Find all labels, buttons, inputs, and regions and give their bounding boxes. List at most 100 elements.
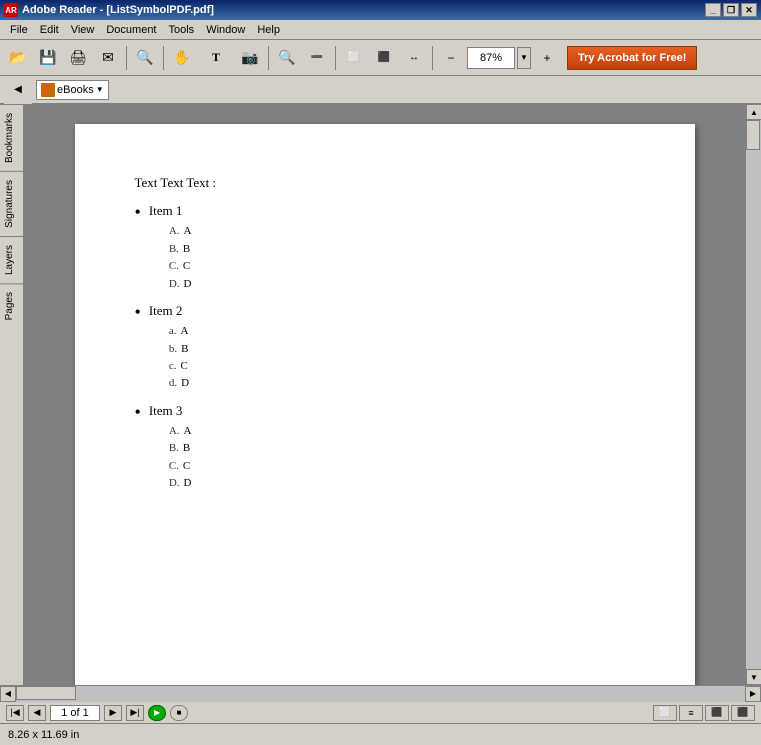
sep1 — [126, 46, 127, 70]
first-page-button[interactable]: |◀ — [6, 705, 24, 721]
vertical-scrollbar[interactable]: ▲ ▼ — [745, 104, 761, 685]
menu-tools[interactable]: Tools — [163, 22, 201, 38]
list-item: A.A — [169, 424, 192, 439]
restore-button[interactable]: ❐ — [723, 3, 739, 17]
window-title: Adobe Reader - [ListSymbolPDF.pdf] — [22, 4, 214, 16]
bullet-icon: • — [135, 302, 141, 324]
h-scroll-track[interactable] — [16, 686, 745, 702]
sidebar-tab-bookmarks[interactable]: Bookmarks — [0, 104, 23, 171]
zoom-in-button[interactable]: 🔍 — [273, 44, 301, 72]
save-button[interactable]: 💾 — [34, 44, 62, 72]
ebooks-button[interactable]: eBooks ▼ — [36, 80, 109, 100]
zoom-dropdown-button[interactable]: ▼ — [517, 47, 531, 69]
sep2 — [163, 46, 164, 70]
list-item: • Item 3 A.A B.B C.C D.D — [135, 402, 635, 496]
search-button[interactable]: 🔍 — [131, 44, 159, 72]
menu-bar: File Edit View Document Tools Window Hel… — [0, 20, 761, 40]
pdf-item-list: • Item 1 A.A B.B C.C D.D • — [135, 202, 635, 495]
scroll-track[interactable] — [746, 120, 761, 669]
menu-view[interactable]: View — [65, 22, 101, 38]
scroll-up-button[interactable]: ▲ — [746, 104, 761, 120]
page-navigation: |◀ ◀ ▶ ▶| ▶ ■ — [6, 705, 188, 721]
toolbar2-btn1[interactable]: ◀ — [4, 76, 32, 104]
continuous-button[interactable]: ≡ — [679, 705, 703, 721]
item-label: Item 2 — [149, 303, 183, 318]
scroll-right-button[interactable]: ▶ — [745, 686, 761, 702]
close-button[interactable]: ✕ — [741, 3, 757, 17]
menu-help[interactable]: Help — [251, 22, 286, 38]
print-button[interactable]: 🖨 — [64, 44, 92, 72]
item-label: Item 3 — [149, 403, 183, 418]
main-area: Bookmarks Signatures Layers Pages Text T… — [0, 104, 761, 685]
bullet-icon: • — [135, 402, 141, 424]
view-controls: ⬜ ≡ ⬛ ⬛ — [653, 705, 755, 721]
list-item: D.D — [169, 277, 192, 292]
select-text-tool[interactable]: T — [198, 44, 234, 72]
minimize-button[interactable]: _ — [705, 3, 721, 17]
page-input[interactable] — [50, 705, 100, 721]
page-dimensions: 8.26 x 11.69 in — [8, 729, 79, 741]
fit-width-button[interactable]: ↔ — [400, 44, 428, 72]
hand-tool[interactable]: ✋ — [168, 44, 196, 72]
left-sidebar: Bookmarks Signatures Layers Pages — [0, 104, 24, 685]
two-page-cont-button[interactable]: ⬛ — [731, 705, 755, 721]
ebooks-icon — [41, 83, 55, 97]
sub-list: a.A b.B c.C d.D — [169, 324, 189, 392]
scroll-left-button[interactable]: ◀ — [0, 686, 16, 702]
list-item: A.A — [169, 224, 192, 239]
try-acrobat-button[interactable]: Try Acrobat for Free! — [567, 46, 697, 70]
list-item: d.D — [169, 376, 189, 391]
bottom-navigation: |◀ ◀ ▶ ▶| ▶ ■ ⬜ ≡ ⬛ ⬛ — [0, 701, 761, 723]
single-page-button[interactable]: ⬜ — [653, 705, 677, 721]
ebooks-toolbar: ◀ eBooks ▼ — [0, 76, 761, 104]
zoom-area: − ▼ + — [437, 44, 561, 72]
list-item: C.C — [169, 459, 192, 474]
list-item: • Item 2 a.A b.B c.C d.D — [135, 302, 635, 396]
scroll-down-button[interactable]: ▼ — [746, 669, 761, 685]
window-controls[interactable]: _ ❐ ✕ — [705, 3, 757, 17]
open-button[interactable]: 📂 — [4, 44, 32, 72]
sep4 — [335, 46, 336, 70]
list-item: • Item 1 A.A B.B C.C D.D — [135, 202, 635, 296]
zoom-out-button[interactable]: ➖ — [303, 44, 331, 72]
play-button[interactable]: ▶ — [148, 705, 166, 721]
stop-button[interactable]: ■ — [170, 705, 188, 721]
menu-file[interactable]: File — [4, 22, 34, 38]
bullet-icon: • — [135, 202, 141, 224]
list-item: D.D — [169, 476, 192, 491]
ebooks-dropdown-icon: ▼ — [96, 85, 104, 94]
ebooks-label: eBooks — [57, 84, 94, 96]
fit-page-button[interactable]: ⬛ — [370, 44, 398, 72]
email-button[interactable]: ✉ — [94, 44, 122, 72]
sidebar-tab-pages[interactable]: Pages — [0, 283, 23, 328]
zoom-plus-button[interactable]: + — [533, 44, 561, 72]
list-item: C.C — [169, 259, 192, 274]
menu-document[interactable]: Document — [100, 22, 162, 38]
sub-list: A.A B.B C.C D.D — [169, 424, 192, 492]
snapshot-tool[interactable]: 📷 — [236, 44, 264, 72]
pdf-scroll-area[interactable]: Text Text Text : • Item 1 A.A B.B C.C D.… — [24, 104, 745, 685]
sep5 — [432, 46, 433, 70]
menu-edit[interactable]: Edit — [34, 22, 65, 38]
list-item: b.B — [169, 342, 189, 357]
zoom-input[interactable] — [467, 47, 515, 69]
prev-page-button[interactable]: ◀ — [28, 705, 46, 721]
sidebar-tab-layers[interactable]: Layers — [0, 236, 23, 283]
horizontal-scrollbar[interactable]: ◀ ▶ — [0, 685, 761, 701]
h-scroll-thumb[interactable] — [16, 686, 76, 700]
next-page-button[interactable]: ▶ — [104, 705, 122, 721]
title-bar: AR Adobe Reader - [ListSymbolPDF.pdf] _ … — [0, 0, 761, 20]
list-item: B.B — [169, 242, 192, 257]
two-page-button[interactable]: ⬛ — [705, 705, 729, 721]
status-bar: 8.26 x 11.69 in — [0, 723, 761, 745]
actual-size-button[interactable]: ⬜ — [340, 44, 368, 72]
item-label: Item 1 — [149, 203, 183, 218]
main-toolbar: 📂 💾 🖨 ✉ 🔍 ✋ T 📷 🔍 ➖ ⬜ ⬛ ↔ − ▼ + Try Acro… — [0, 40, 761, 76]
menu-window[interactable]: Window — [200, 22, 251, 38]
list-item: B.B — [169, 441, 192, 456]
last-page-button[interactable]: ▶| — [126, 705, 144, 721]
scroll-thumb[interactable] — [746, 120, 760, 150]
zoom-minus-button[interactable]: − — [437, 44, 465, 72]
sidebar-tab-signatures[interactable]: Signatures — [0, 171, 23, 236]
sub-list: A.A B.B C.C D.D — [169, 224, 192, 292]
